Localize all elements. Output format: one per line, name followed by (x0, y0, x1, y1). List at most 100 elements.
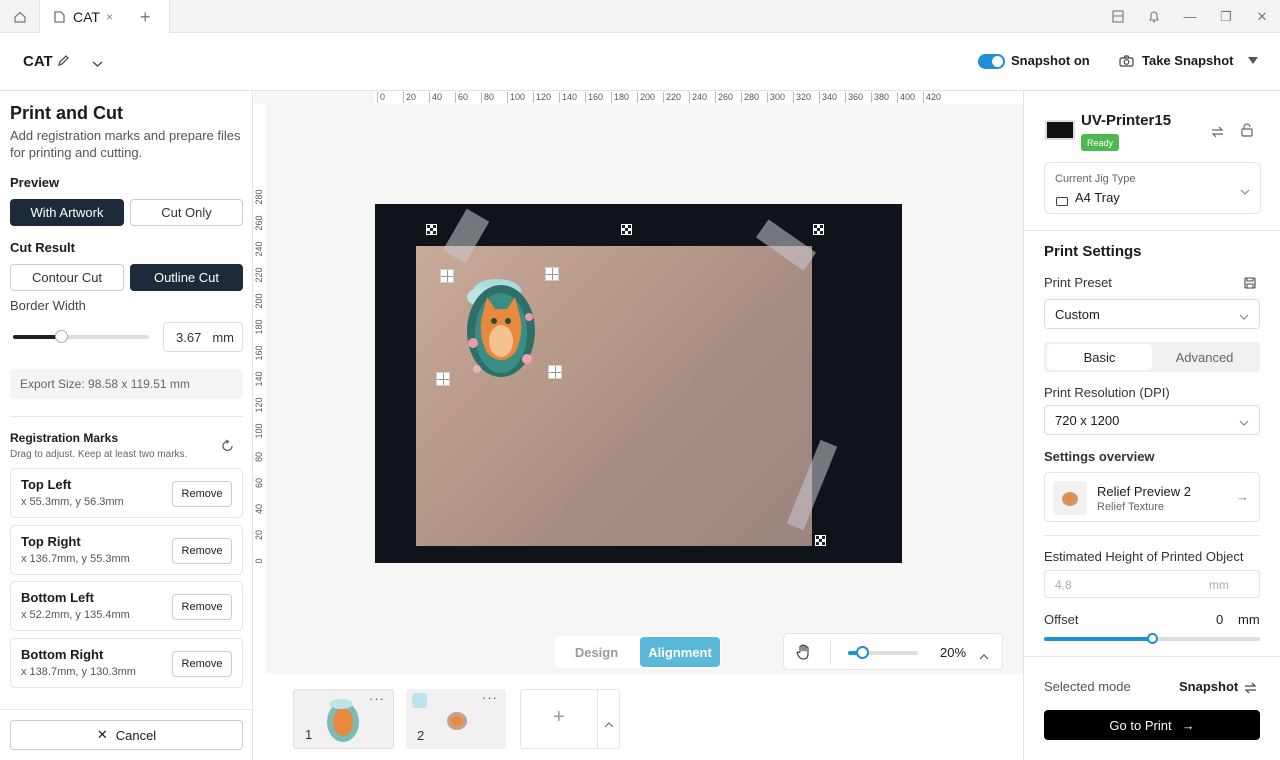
mark-card-bottom-right: Bottom Right x 138.7mm, y 130.3mm Remove (10, 638, 243, 688)
hand-icon[interactable] (796, 643, 812, 665)
window-controls: — ❐ ✕ (1100, 0, 1280, 33)
more-icon[interactable]: ··· (369, 691, 385, 706)
print-preset-label: Print Preset (1044, 275, 1112, 290)
go-to-print-button[interactable]: Go to Print → (1044, 710, 1260, 740)
mark-name: Bottom Right (21, 647, 104, 662)
print-and-cut-panel: Print and Cut Add registration marks and… (0, 91, 253, 760)
ruler-tick-label: 80 (481, 92, 494, 103)
print-preset-select[interactable]: Custom (1044, 299, 1260, 329)
zoom-slider-thumb[interactable] (855, 646, 869, 659)
toolbar-separator (830, 641, 831, 664)
ruler-tick-label: 160 (585, 92, 603, 103)
ruler-tick-label: 260 (254, 215, 264, 231)
page-number: 2 (417, 728, 425, 743)
cancel-label: Cancel (115, 727, 157, 743)
ruler-tick-label: 200 (637, 92, 655, 103)
archive-icon[interactable] (1100, 10, 1136, 23)
snapshot-menu-caret-icon[interactable] (1248, 57, 1258, 64)
border-width-unit: mm (212, 329, 234, 345)
border-width-input[interactable]: 3.67 mm (163, 322, 243, 352)
remove-mark-button[interactable]: Remove (172, 481, 232, 507)
tab-advanced[interactable]: Advanced (1152, 344, 1257, 370)
ruler-tick-label: 160 (254, 345, 264, 361)
ruler-tick-label: 0 (254, 558, 264, 564)
add-page-button[interactable]: + (520, 689, 620, 749)
height-label: Estimated Height of Printed Object (1044, 549, 1244, 564)
outline-cut-button[interactable]: Outline Cut (130, 264, 243, 291)
offset-slider[interactable] (1044, 633, 1260, 644)
offset-value: 0 (1216, 612, 1224, 627)
height-input[interactable]: 4.8 mm (1044, 570, 1260, 598)
remove-mark-button[interactable]: Remove (172, 538, 232, 564)
mark-name: Top Right (21, 534, 81, 549)
take-snapshot-button[interactable]: Take Snapshot (1142, 53, 1234, 68)
cat-artwork[interactable] (457, 273, 543, 385)
canvas-area[interactable]: 0 20 40 60 80 100 120 140 160 180 200 220 240 260 280 3… (254, 91, 1023, 760)
registration-mark-bottom-right[interactable] (548, 365, 562, 379)
cancel-button[interactable]: ✕ Cancel (10, 720, 243, 750)
jig-marker (813, 224, 824, 235)
registration-mark-top-left[interactable] (440, 269, 454, 283)
ruler-tick-label: 300 (767, 92, 785, 103)
registration-mark-bottom-left[interactable] (436, 372, 450, 386)
reset-icon[interactable] (221, 439, 235, 458)
cut-only-button[interactable]: Cut Only (130, 199, 243, 226)
border-width-slider-thumb[interactable] (54, 330, 68, 343)
jig-type-value: A4 Tray (1075, 190, 1120, 205)
home-tab[interactable] (0, 0, 40, 33)
new-tab-button[interactable]: + (140, 7, 151, 28)
minimize-icon[interactable]: — (1172, 9, 1208, 24)
snapshot-toggle[interactable] (978, 54, 1005, 69)
save-icon[interactable] (1244, 276, 1256, 294)
swap-icon[interactable] (1244, 681, 1257, 699)
close-tab-icon[interactable]: × (106, 10, 113, 24)
remove-mark-button[interactable]: Remove (172, 651, 232, 677)
document-title: CAT (23, 53, 53, 70)
divider (0, 709, 253, 710)
arrow-right-icon: → (1236, 489, 1249, 504)
jig-type-select[interactable]: Current Jig Type A4 Tray (1044, 162, 1261, 214)
tab-basic[interactable]: Basic (1047, 344, 1152, 370)
page-thumbnail-2[interactable]: 2 ··· (406, 689, 506, 749)
edit-icon[interactable] (57, 54, 70, 72)
registration-marks-hint: Drag to adjust. Keep at least two marks. (10, 449, 188, 460)
ruler-tick-label: 220 (663, 92, 681, 103)
print-resolution-select[interactable]: 720 x 1200 (1044, 405, 1260, 435)
go-to-print-label: Go to Print (1109, 717, 1172, 733)
page-thumbnail-1[interactable]: 1 ··· (293, 689, 394, 749)
more-icon[interactable]: ··· (482, 690, 498, 705)
bell-icon[interactable] (1136, 10, 1172, 23)
remove-mark-button[interactable]: Remove (172, 594, 232, 620)
home-icon (13, 11, 26, 23)
camera-snapshot[interactable] (375, 204, 902, 563)
ruler-tick-label: 100 (507, 92, 525, 103)
offset-slider-thumb[interactable] (1146, 633, 1158, 644)
maximize-icon[interactable]: ❐ (1208, 9, 1244, 25)
border-width-slider[interactable] (13, 330, 149, 343)
chevron-down-icon[interactable] (92, 55, 103, 73)
tab-design[interactable]: Design (555, 636, 638, 668)
border-width-slider-fill (13, 335, 61, 339)
close-window-icon[interactable]: ✕ (1244, 9, 1280, 25)
switch-printer-icon[interactable] (1211, 125, 1224, 143)
settings-overview-heading: Settings overview (1044, 449, 1155, 464)
jig-marker (621, 224, 632, 235)
ruler-tick-label: 180 (611, 92, 629, 103)
overview-subtitle: Relief Texture (1097, 501, 1165, 513)
registration-mark-top-right[interactable] (545, 267, 559, 281)
tray-icon (1056, 193, 1068, 211)
mark-coords: x 52.2mm, y 135.4mm (21, 609, 130, 621)
chevron-up-icon[interactable] (604, 715, 614, 733)
tab-alignment[interactable]: Alignment (640, 637, 720, 667)
with-artwork-button[interactable]: With Artwork (10, 199, 124, 226)
panel-title: Print and Cut (10, 103, 123, 123)
contour-cut-button[interactable]: Contour Cut (10, 264, 124, 291)
chevron-up-icon[interactable] (979, 647, 989, 665)
zoom-slider[interactable] (848, 646, 918, 659)
jig-marker (815, 535, 826, 546)
chevron-down-icon (1239, 309, 1249, 324)
ruler-tick-label: 180 (254, 319, 264, 335)
lock-icon[interactable] (1241, 123, 1253, 142)
settings-overview-card[interactable]: Relief Preview 2 Relief Texture → (1044, 472, 1260, 522)
camera-icon[interactable] (1119, 54, 1134, 72)
